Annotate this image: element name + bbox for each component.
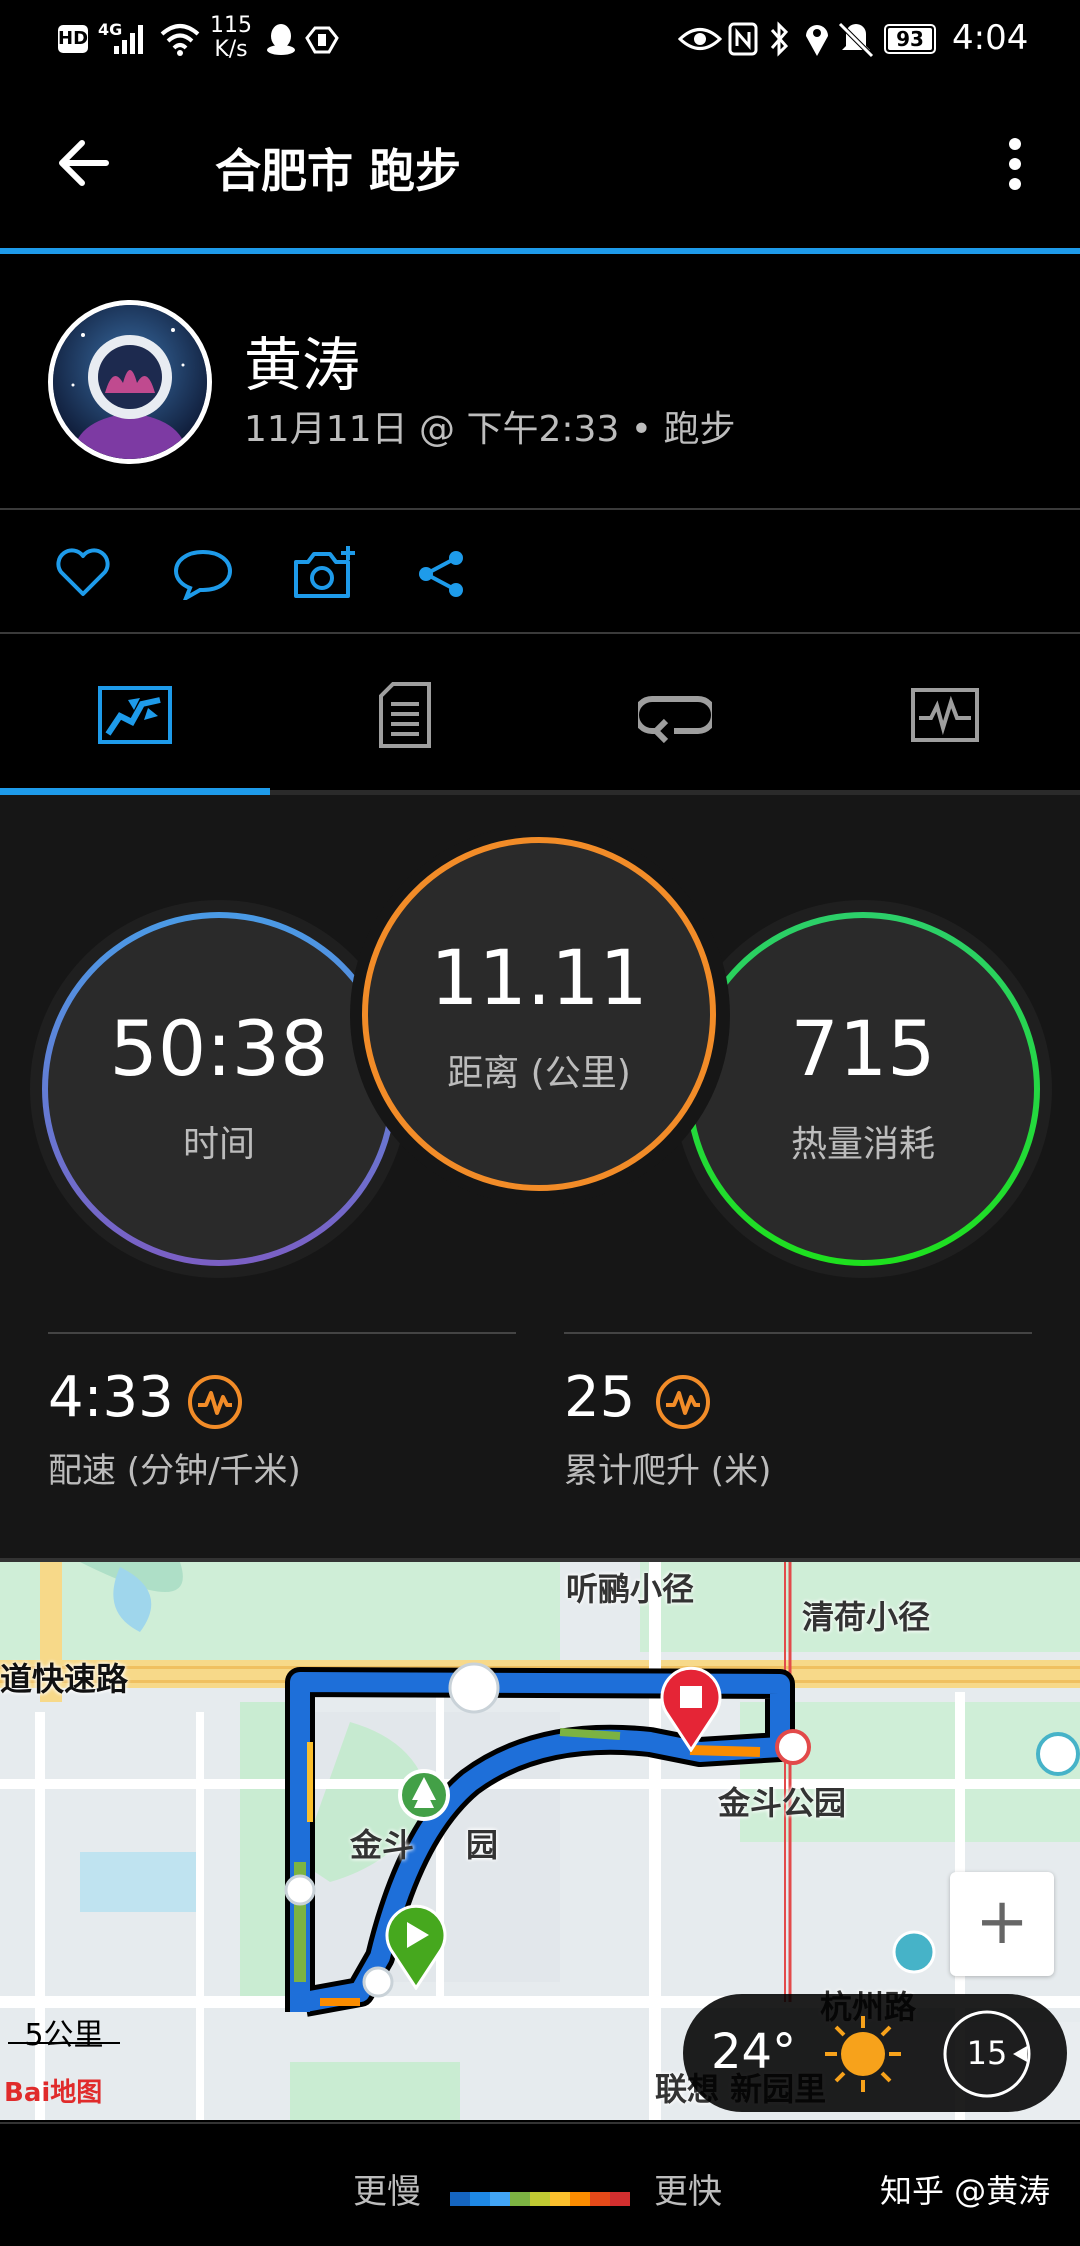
calories-value: 715 [790, 1004, 936, 1093]
time-value: 50:38 [109, 1004, 329, 1093]
pace-color-swatch [490, 2192, 510, 2206]
wind-speed: 15 [966, 2034, 1008, 2072]
charts-icon [911, 688, 979, 742]
laps-loop-icon [638, 696, 712, 743]
more-options-icon[interactable] [998, 136, 1032, 192]
hand-icon [305, 26, 339, 54]
like-icon[interactable] [55, 548, 111, 598]
map-label: 园 [466, 1826, 499, 1864]
pace-performance-icon[interactable] [186, 1373, 244, 1431]
net-speed: 115 K/s [210, 14, 252, 62]
header-divider [0, 248, 1080, 254]
pace-color-swatch [610, 2192, 630, 2206]
pace-color-scale [450, 2192, 630, 2206]
active-tab-indicator [0, 788, 270, 795]
legend-faster-label: 更快 [654, 2172, 722, 2212]
overview-map-icon [98, 686, 172, 744]
ascent-performance-icon[interactable] [654, 1373, 712, 1431]
tab-details[interactable] [270, 640, 540, 790]
tab-overview[interactable] [0, 640, 270, 790]
net-speed-value: 115 [210, 13, 252, 38]
map-label: 金斗 [350, 1826, 415, 1864]
pace-color-swatch [570, 2192, 590, 2206]
pace-label: 配速 (分钟/千米) [48, 1451, 301, 1491]
map-label: 清荷小径 [802, 1598, 931, 1636]
ascent-value: 25 [564, 1365, 636, 1430]
weather-temperature: 24° [711, 2024, 797, 2080]
pace-color-swatch [530, 2192, 550, 2206]
time-stat: 50:38 时间 [42, 912, 396, 1266]
tab-charts[interactable] [810, 640, 1080, 790]
wifi-icon [160, 24, 200, 56]
map-label: 金斗公园 [718, 1784, 847, 1822]
start-marker-icon[interactable] [383, 1904, 449, 1990]
calories-stat: 715 热量消耗 [686, 912, 1040, 1266]
camera-icon[interactable] [292, 544, 358, 600]
battery-icon: 93 [884, 24, 936, 54]
divider [564, 1332, 1032, 1334]
page-title: 合肥市 跑步 [215, 144, 462, 198]
tab-laps[interactable] [540, 640, 810, 790]
location-icon [806, 25, 828, 56]
legend-slower-label: 更慢 [353, 2172, 421, 2212]
nfc-icon [728, 22, 758, 56]
time-label: 时间 [182, 1124, 255, 1165]
route-map[interactable]: 听鹂小径 清荷小径 道快速路 金斗公园 金斗 园 杭州路 联想 新园里 5公里 … [0, 1562, 1080, 2120]
stats-panel: 50:38 时间 715 热量消耗 11.11 距离 (公里) 4:33 配速 … [0, 795, 1080, 1560]
map-label: 道快速路 [0, 1660, 129, 1698]
clock: 4:04 [952, 18, 1029, 58]
details-document-icon [379, 682, 431, 748]
pace-color-swatch [510, 2192, 530, 2206]
signal-icon [114, 25, 143, 54]
share-icon[interactable] [416, 548, 468, 600]
end-marker-icon[interactable] [658, 1666, 724, 1752]
distance-value: 11.11 [430, 933, 648, 1022]
watermark: 知乎 @黄涛 [880, 2172, 1051, 2210]
hd-badge: HD [58, 25, 88, 53]
map-scale: 5公里 [8, 2010, 120, 2053]
baidu-logo: Bai地图 [4, 2078, 103, 2108]
pace-color-swatch [550, 2192, 570, 2206]
status-bar: HD 4G 115 K/s 93 4:04 [0, 0, 1080, 80]
map-label: 听鹂小径 [566, 1570, 695, 1608]
zoom-in-button[interactable]: + [950, 1872, 1054, 1976]
pace-color-swatch [450, 2192, 470, 2206]
eye-icon [678, 28, 722, 50]
app-bar: 合肥市 跑步 [0, 80, 1080, 248]
qq-icon [267, 24, 295, 55]
pace-value: 4:33 [48, 1365, 174, 1430]
battery-level: 93 [888, 28, 932, 50]
comment-icon[interactable] [172, 548, 234, 600]
divider [0, 508, 1080, 510]
user-name[interactable]: 黄涛 [244, 318, 360, 402]
mute-icon [838, 22, 874, 58]
bluetooth-icon [770, 21, 789, 57]
divider [0, 632, 1080, 634]
net-speed-unit: K/s [214, 37, 248, 62]
astronaut-avatar-image [53, 305, 207, 459]
sunny-icon [825, 2016, 901, 2092]
distance-label: 距离 (公里) [447, 1053, 631, 1094]
distance-stat: 11.11 距离 (公里) [362, 837, 716, 1191]
avatar[interactable] [48, 300, 212, 464]
calories-label: 热量消耗 [790, 1124, 935, 1165]
weather-widget[interactable]: 24° 15 [683, 1994, 1067, 2112]
divider [48, 1332, 516, 1334]
ascent-label: 累计爬升 (米) [564, 1451, 772, 1491]
pace-color-swatch [590, 2192, 610, 2206]
pace-legend-bar: 更慢 更快 知乎 @黄涛 [0, 2122, 1080, 2246]
activity-meta: 11月11日 @ 下午2:33 • 跑步 [244, 409, 736, 450]
back-arrow-icon[interactable] [56, 138, 112, 188]
pace-color-swatch [470, 2192, 490, 2206]
